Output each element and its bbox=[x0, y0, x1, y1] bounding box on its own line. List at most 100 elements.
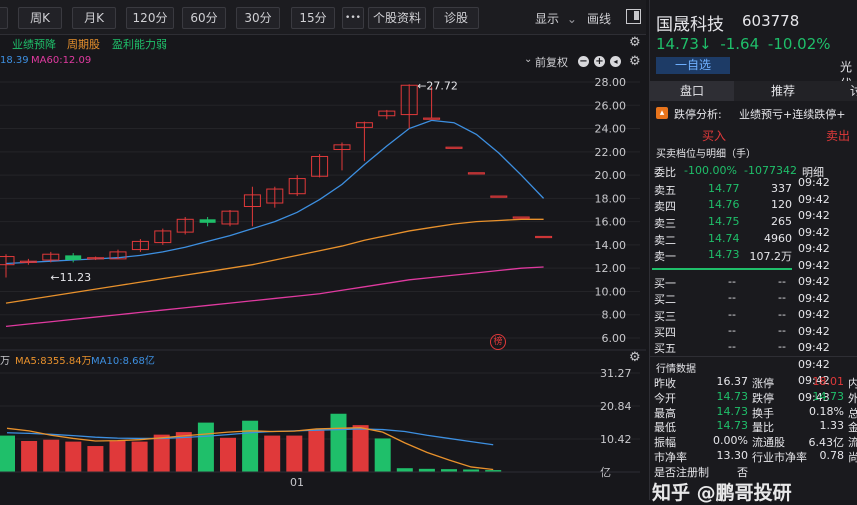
display-dropdown[interactable]: 显示 ⌄ bbox=[535, 10, 577, 27]
period-120min-button[interactable]: 120分 bbox=[126, 7, 174, 29]
price-line: 14.73↓ -1.64 -10.02% bbox=[656, 35, 831, 53]
quote-panel: 国晟科技 603778 14.73↓ -1.64 -10.02% 一自选 光伏 … bbox=[649, 0, 857, 500]
market-value: 0.00% bbox=[713, 434, 748, 448]
period-60min-button[interactable]: 60分 bbox=[182, 7, 226, 29]
display-label: 显示 bbox=[535, 12, 560, 26]
bid-level-volume: -- bbox=[778, 308, 786, 321]
buy-button[interactable]: 买入 bbox=[702, 127, 726, 144]
price-axis-label: 8.00 bbox=[602, 309, 627, 322]
ask-level-volume: 107.2万 bbox=[749, 250, 793, 263]
diagnose-button[interactable]: 诊股 bbox=[433, 7, 479, 29]
trade-detail-time: 09:42 bbox=[798, 308, 830, 321]
market-label: 金 bbox=[848, 421, 857, 435]
price-axis-label: 28.00 bbox=[595, 76, 627, 89]
period-toolbar: 周K 月K 120分 60分 30分 15分 ••• 个股资料 诊股 显示 ⌄ … bbox=[0, 0, 646, 35]
volume-bar bbox=[374, 438, 391, 472]
market-data-row: 市净率 13.30 行业市净率 0.78 尚 bbox=[650, 449, 857, 465]
price-axis-label: 18.00 bbox=[595, 192, 627, 205]
tag-earnings-decline[interactable]: 业绩预降 bbox=[12, 36, 56, 52]
market-value: 14.73 bbox=[716, 419, 749, 433]
stock-name: 国晟科技 bbox=[656, 15, 724, 35]
ratio-label: 委比 bbox=[654, 166, 676, 179]
volume-bar bbox=[0, 435, 15, 472]
market-label: 尚 bbox=[848, 451, 857, 464]
market-data-row: 昨收 16.37 涨停 18.01 内 bbox=[650, 375, 857, 391]
candle-body bbox=[512, 216, 530, 219]
ask-level-price: 14.75 bbox=[708, 215, 740, 228]
sell-button[interactable]: 卖出 bbox=[826, 127, 850, 144]
stock-tags: 业绩预降 周期股 盈利能力弱 ⚙ bbox=[0, 34, 646, 52]
spread-divider bbox=[652, 268, 792, 270]
gear-icon[interactable]: ⚙ bbox=[629, 35, 641, 50]
trade-detail-time: 09:42 bbox=[798, 258, 830, 272]
period-week-button[interactable]: 周K bbox=[18, 7, 62, 29]
gear-icon[interactable]: ⚙ bbox=[629, 350, 641, 365]
tab-discuss[interactable]: 讨 bbox=[850, 81, 857, 101]
volume-bar bbox=[87, 446, 104, 472]
tag-cyclical[interactable]: 周期股 bbox=[67, 36, 100, 52]
volume-bar bbox=[153, 434, 170, 472]
tag-weak-profit[interactable]: 盈利能力弱 bbox=[112, 36, 167, 52]
tab-recommend[interactable]: 推荐 bbox=[738, 81, 828, 101]
chevron-down-icon: ⌄ bbox=[566, 12, 577, 26]
window-toggle-icon[interactable] bbox=[626, 9, 641, 24]
market-value: 18.01 bbox=[812, 375, 845, 388]
market-label: 换手 bbox=[752, 406, 774, 420]
market-value: 0.18% bbox=[809, 404, 844, 418]
candle-body bbox=[423, 117, 441, 120]
market-label: 市净率 bbox=[654, 451, 687, 464]
adjust-dropdown[interactable]: 前复权 bbox=[535, 54, 568, 70]
volume-axis-label: 31.27 bbox=[600, 367, 632, 380]
ask-level-volume: 4960 bbox=[764, 232, 792, 245]
gear-icon[interactable]: ⚙ bbox=[629, 54, 641, 69]
low-price-annotation: ←11.23 bbox=[50, 271, 91, 284]
market-label: 振幅 bbox=[654, 436, 676, 450]
candle-body bbox=[65, 255, 82, 261]
trade-detail-time: 09:42 bbox=[798, 209, 830, 222]
bid-level-volume: -- bbox=[778, 340, 786, 353]
bid-level-label: 买三 bbox=[654, 310, 676, 323]
ask-level-volume: 265 bbox=[771, 215, 792, 228]
bid-level-volume: -- bbox=[778, 275, 786, 288]
volume-bar bbox=[109, 440, 126, 472]
price-axis-label: 26.00 bbox=[595, 99, 627, 112]
kline-chart[interactable]: 28.00 26.00 24.00 22.00 20.00 18.00 16.00 14.00… bbox=[0, 70, 646, 500]
market-value: 0.78 bbox=[819, 449, 845, 462]
price-axis-label: 12.00 bbox=[595, 262, 627, 275]
ma-orange-line bbox=[5, 218, 544, 304]
volume-bar bbox=[197, 422, 214, 472]
ask-level-volume: 120 bbox=[771, 198, 792, 211]
arrow-down-icon: ↓ bbox=[698, 35, 712, 53]
chevron-down-icon[interactable]: ⌄ bbox=[524, 54, 532, 65]
ranking-badge[interactable]: 榜 bbox=[490, 334, 506, 350]
market-data-row: 最高 14.73 换手 0.18% 总 bbox=[650, 405, 857, 421]
volume-bar bbox=[220, 437, 236, 472]
more-button[interactable]: ••• bbox=[342, 7, 364, 29]
period-15min-button[interactable]: 15分 bbox=[291, 7, 335, 29]
market-data-row: 今开 14.73 跌停 14.73 外 bbox=[650, 390, 857, 406]
draw-line-button[interactable]: 画线 bbox=[587, 10, 611, 27]
ask-level-volume: 337 bbox=[771, 182, 792, 195]
ask-level-price: 14.76 bbox=[708, 198, 740, 211]
tab-orderbook[interactable]: 盘口 bbox=[650, 81, 734, 101]
plus-icon[interactable]: + bbox=[594, 56, 605, 67]
fire-icon: ▴ bbox=[656, 107, 668, 119]
volume-bar bbox=[308, 429, 325, 472]
candle-body bbox=[490, 195, 508, 198]
period-30min-button[interactable]: 30分 bbox=[236, 7, 280, 29]
ma-legend: 18.39 MA60:12.09 ⌄ 前复权 − + ◂ ⚙ bbox=[0, 54, 646, 70]
stock-profile-button[interactable]: 个股资料 bbox=[368, 7, 426, 29]
toolbar-left-edge[interactable] bbox=[0, 7, 8, 29]
minus-icon[interactable]: − bbox=[578, 56, 589, 67]
price-axis-label: 14.00 bbox=[595, 239, 627, 252]
play-back-icon[interactable]: ◂ bbox=[610, 56, 621, 67]
volume-bar bbox=[131, 441, 148, 472]
add-watchlist-button[interactable]: 一自选 bbox=[656, 57, 730, 74]
volume-ma5: MA5:8355.84万 bbox=[15, 356, 92, 367]
limit-down-analysis-text[interactable]: 业绩预亏+连续跌停+ bbox=[739, 106, 845, 122]
bid-level-price: -- bbox=[728, 324, 736, 337]
bid-level-label: 买一 bbox=[654, 277, 676, 290]
period-month-button[interactable]: 月K bbox=[72, 7, 116, 29]
ma60-value: MA60:12.09 bbox=[31, 55, 92, 66]
market-value: 6.43亿 bbox=[808, 436, 845, 450]
